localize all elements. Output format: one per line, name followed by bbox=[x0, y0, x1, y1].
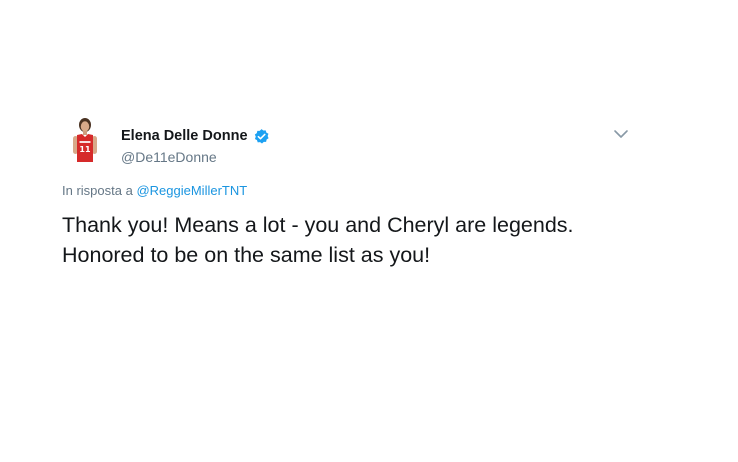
reply-context: In risposta a @ReggieMillerTNT bbox=[62, 183, 247, 199]
reply-mention-link[interactable]: @ReggieMillerTNT bbox=[136, 183, 247, 198]
author-avatar[interactable]: 11 bbox=[60, 114, 110, 164]
verified-badge-icon bbox=[254, 129, 269, 144]
author-name[interactable]: Elena Delle Donne bbox=[121, 127, 248, 145]
jersey-number: 11 bbox=[79, 145, 91, 154]
tweet-text-line-2: Honored to be on the same list as you! bbox=[62, 243, 431, 267]
reply-prefix: In risposta a bbox=[62, 183, 133, 198]
tweet-card: 11 Elena Delle Donne @De11eDonne In risp… bbox=[0, 0, 738, 462]
author-handle[interactable]: @De11eDonne bbox=[121, 148, 217, 166]
tweet-text: Thank you! Means a lot - you and Cheryl … bbox=[62, 210, 702, 270]
chevron-down-icon[interactable] bbox=[613, 128, 629, 140]
tweet-text-line-1: Thank you! Means a lot - you and Cheryl … bbox=[62, 213, 574, 237]
player-avatar-icon: 11 bbox=[60, 114, 110, 164]
